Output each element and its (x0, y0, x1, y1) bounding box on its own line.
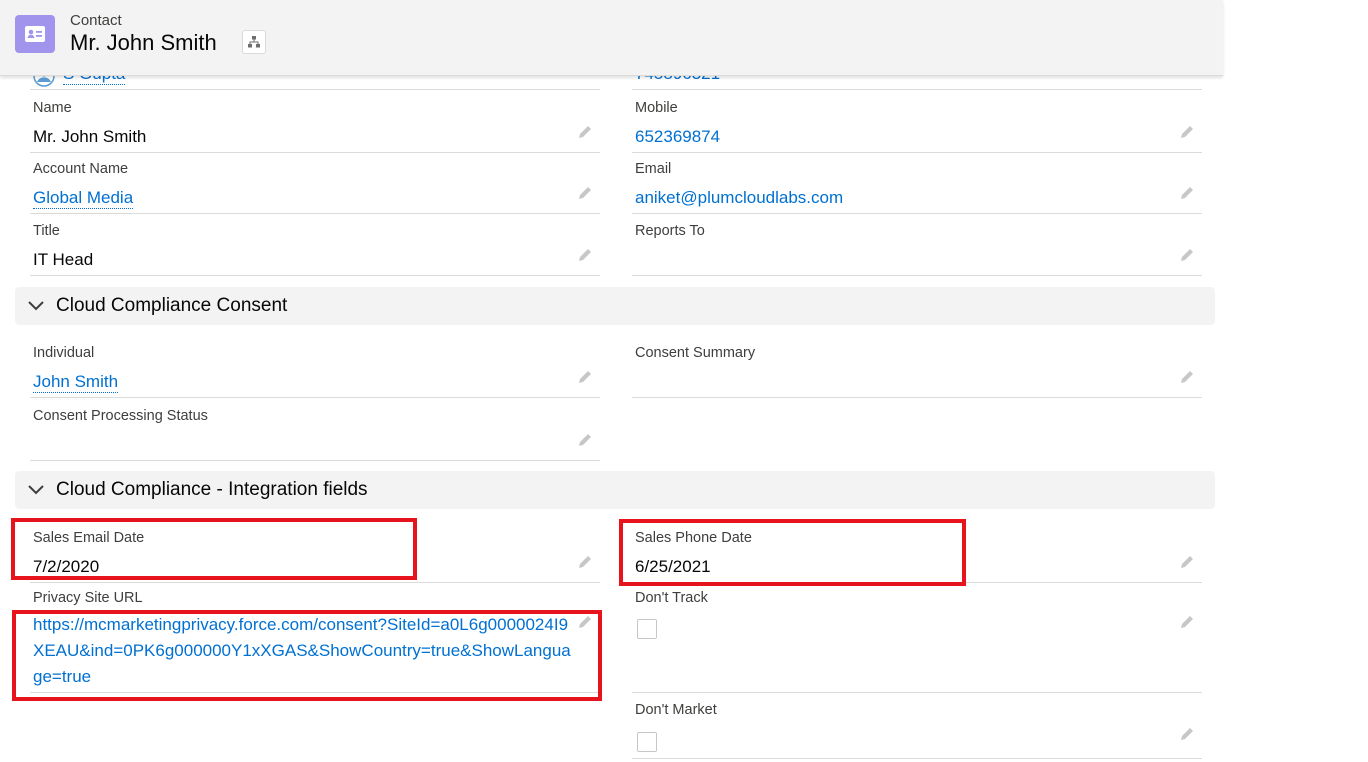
name-label: Name (33, 100, 72, 116)
email-link[interactable]: aniket@plumcloudlabs.com (635, 188, 843, 208)
title-label: Title (33, 223, 60, 239)
consent-processing-status-field: Consent Processing Status (30, 401, 600, 461)
dont-track-label: Don't Track (635, 590, 708, 606)
privacy-site-url-label: Privacy Site URL (33, 590, 143, 606)
record-header: Contact Mr. John Smith (0, 0, 1223, 76)
object-label: Contact (70, 12, 122, 29)
chevron-down-icon (27, 299, 45, 318)
title-value: IT Head (33, 250, 94, 269)
email-field: Email aniket@plumcloudlabs.com (632, 154, 1202, 214)
consent-section-header[interactable]: Cloud Compliance Consent (15, 287, 1215, 325)
individual-link[interactable]: John Smith (33, 372, 119, 393)
consent-section-title: Cloud Compliance Consent (56, 295, 288, 316)
pencil-icon[interactable] (1178, 368, 1196, 386)
chevron-down-icon (27, 483, 45, 502)
account-name-label: Account Name (33, 161, 129, 177)
dont-market-checkbox[interactable] (637, 732, 657, 752)
dont-market-label: Don't Market (635, 702, 717, 718)
dont-track-checkbox[interactable] (637, 619, 657, 639)
pencil-icon[interactable] (1178, 613, 1196, 631)
pencil-icon[interactable] (576, 553, 594, 571)
pencil-icon[interactable] (1178, 184, 1196, 202)
integration-section-title: Cloud Compliance - Integration fields (56, 479, 368, 500)
highlight-box-sales-phone-date (619, 519, 966, 586)
pencil-icon[interactable] (576, 184, 594, 202)
name-field: Name Mr. John Smith (30, 93, 600, 153)
pencil-icon[interactable] (576, 368, 594, 386)
pencil-icon[interactable] (576, 123, 594, 141)
contact-card-icon (15, 15, 55, 53)
email-label: Email (635, 161, 672, 177)
reports-to-field: Reports To (632, 216, 1202, 276)
pencil-icon[interactable] (1178, 725, 1196, 743)
name-value: Mr. John Smith (33, 127, 147, 146)
individual-field: Individual John Smith (30, 338, 600, 398)
record-title: Mr. John Smith (70, 30, 217, 55)
consent-summary-label: Consent Summary (635, 345, 756, 361)
pencil-icon[interactable] (1178, 246, 1196, 264)
account-name-link[interactable]: Global Media (33, 188, 134, 209)
title-field: Title IT Head (30, 216, 600, 276)
pencil-icon[interactable] (576, 431, 594, 449)
integration-section-header[interactable]: Cloud Compliance - Integration fields (15, 471, 1215, 509)
reports-to-label: Reports To (635, 223, 705, 239)
pencil-icon[interactable] (1178, 123, 1196, 141)
mobile-value[interactable]: 652369874 (635, 127, 720, 147)
account-name-field: Account Name Global Media (30, 154, 600, 214)
consent-processing-status-label: Consent Processing Status (33, 408, 208, 424)
individual-label: Individual (33, 345, 95, 361)
mobile-label: Mobile (635, 100, 678, 116)
highlight-box-privacy-site-url (12, 610, 602, 701)
dont-market-field: Don't Market (632, 695, 1202, 759)
highlight-box-sales-email-date (11, 518, 417, 580)
pencil-icon[interactable] (1178, 553, 1196, 571)
dont-track-field: Don't Track (632, 583, 1202, 693)
pencil-icon[interactable] (576, 246, 594, 264)
consent-summary-field: Consent Summary (632, 338, 1202, 398)
mobile-field: Mobile 652369874 (632, 93, 1202, 153)
hierarchy-button[interactable] (242, 30, 266, 54)
